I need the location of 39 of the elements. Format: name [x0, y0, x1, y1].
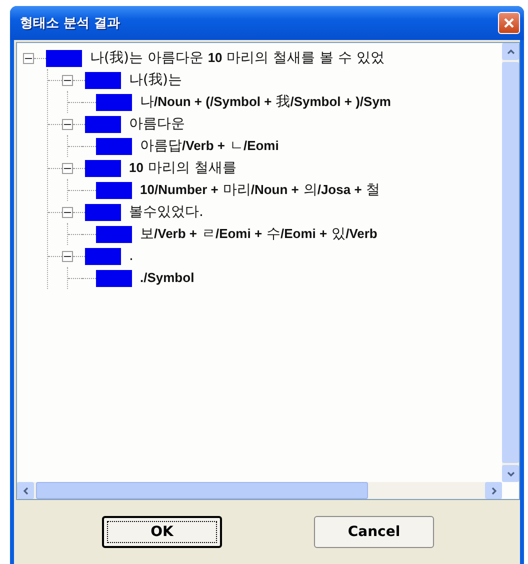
tree-item[interactable]: 나(我)는	[129, 71, 182, 89]
dialog-button[interactable]: OK	[102, 516, 222, 548]
tree-item[interactable]: 보/Verb + ㄹ/Eomi + 수/Eomi + 있/Verb	[140, 225, 378, 243]
tree-item[interactable]: .	[129, 248, 134, 264]
collapse-toggle[interactable]	[62, 74, 73, 86]
dialog-button[interactable]: Cancel	[314, 516, 434, 548]
rectangle-icon	[85, 204, 121, 220]
vertical-scrollbar[interactable]	[502, 43, 519, 482]
tree-item[interactable]: 나/Noun + (/Symbol + 我/Symbol + )/Sym	[140, 93, 391, 111]
down-icon	[506, 470, 514, 478]
collapse-toggle[interactable]	[62, 206, 73, 218]
rectangle-icon	[96, 94, 132, 110]
rectangle-icon	[85, 248, 121, 264]
horizontal-scrollbar[interactable]	[17, 482, 502, 499]
rectangle-icon	[96, 182, 132, 198]
tree-item[interactable]: 나(我)는 아름다운 10 마리의 철새를 볼 수 있었	[90, 49, 385, 67]
up-icon	[506, 48, 514, 56]
rectangle-icon	[85, 72, 121, 88]
collapse-toggle[interactable]	[62, 118, 73, 130]
rectangle-icon	[46, 50, 82, 66]
close-button[interactable]	[498, 12, 520, 34]
tree-item[interactable]: 아름답/Verb + ㄴ/Eomi	[140, 137, 279, 155]
tree-item[interactable]: 아름다운	[129, 115, 185, 133]
close-icon	[503, 17, 515, 29]
rectangle-icon	[85, 160, 121, 176]
window-title: 형태소 분석 결과	[20, 15, 120, 32]
rectangle-icon	[85, 116, 121, 132]
tree-item[interactable]: ./Symbol	[140, 270, 194, 286]
right-icon	[490, 486, 498, 494]
collapse-toggle[interactable]	[23, 52, 34, 64]
collapse-toggle[interactable]	[62, 250, 73, 262]
tree-item[interactable]: 볼수있었다.	[129, 203, 204, 221]
left-icon	[22, 486, 30, 494]
rectangle-icon	[96, 270, 132, 286]
collapse-toggle[interactable]	[62, 162, 73, 174]
tree-item[interactable]: 10/Number + 마리/Noun + 의/Josa + 철	[140, 181, 380, 199]
rectangle-icon	[96, 226, 132, 242]
rectangle-icon	[96, 138, 132, 154]
tree-item[interactable]: 10 마리의 철새를	[129, 159, 236, 177]
